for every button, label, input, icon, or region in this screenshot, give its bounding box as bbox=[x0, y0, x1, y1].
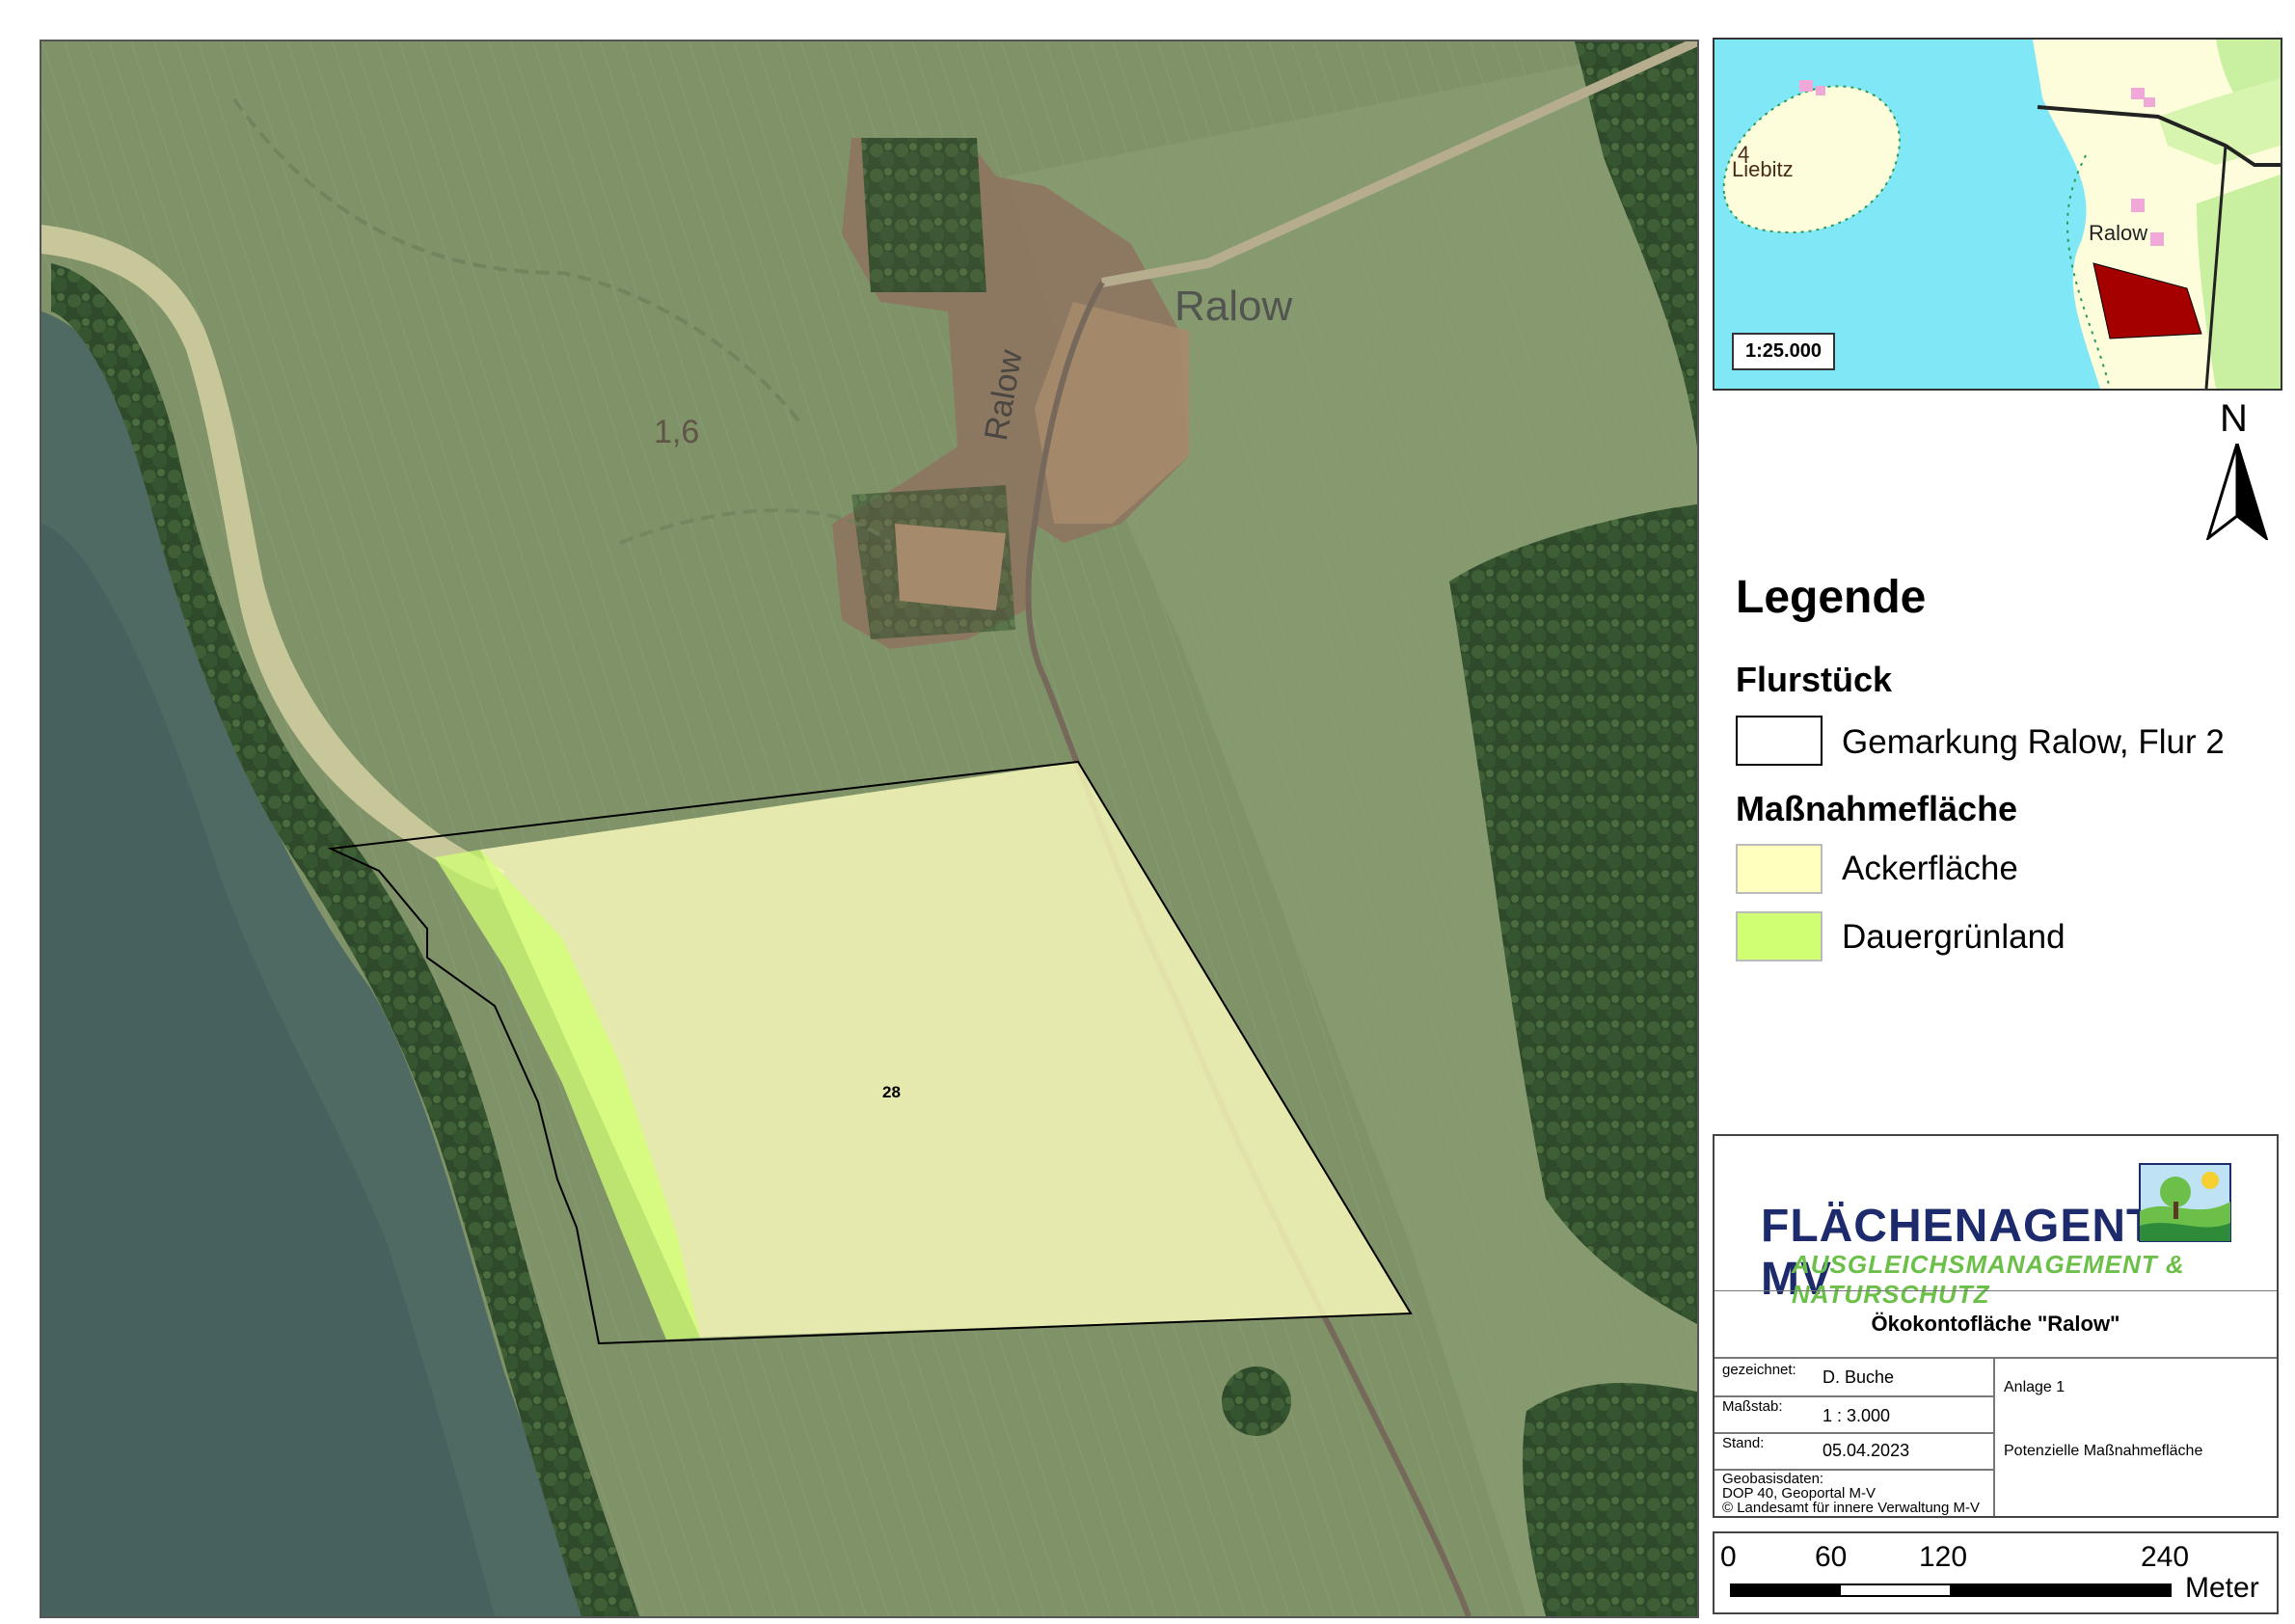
massstab-value: 1 : 3.000 bbox=[1822, 1406, 1891, 1425]
overview-map[interactable]: 4 Liebitz Ralow 1:25.000 bbox=[1713, 38, 2282, 391]
geobasis-label: Geobasisdaten: bbox=[1722, 1471, 1824, 1487]
north-arrow-icon bbox=[2205, 444, 2269, 540]
inset-label-ralow: Ralow bbox=[2089, 221, 2148, 245]
legend-swatch-flur bbox=[1736, 716, 1822, 766]
place-label-ralow: Ralow bbox=[1174, 283, 1293, 330]
scale-tick-0: 0 bbox=[1720, 1541, 1737, 1573]
geobasis-line-1: DOP 40, Geoportal M-V bbox=[1722, 1485, 1876, 1502]
anlage-label: Anlage 1 bbox=[2004, 1379, 2066, 1395]
logo-text-bold: FLÄCHEN bbox=[1761, 1201, 1989, 1252]
legend-item-gruenland: Dauergrünland bbox=[1842, 918, 2066, 956]
scale-tick-240: 240 bbox=[2141, 1541, 2190, 1573]
geobasis-line-2: © Landesamt für innere Verwaltung M-V bbox=[1722, 1500, 1981, 1516]
title-block: FLÄCHENAGENTUR MV AUSGLEICHSMANAGEMENT &… bbox=[1713, 1134, 2279, 1518]
scale-tick-120: 120 bbox=[1919, 1541, 1968, 1573]
scale-tick-60: 60 bbox=[1815, 1541, 1848, 1573]
gezeichnet-label: gezeichnet: bbox=[1722, 1362, 1796, 1378]
inset-label-liebitz: Liebitz bbox=[1732, 157, 1794, 181]
map-title: Ökokontofläche "Ralow" bbox=[1871, 1312, 2120, 1336]
north-letter: N bbox=[2220, 397, 2248, 440]
legend-title: Legende bbox=[1736, 572, 1927, 623]
main-map[interactable]: Ralow 1,6 Ralow 28 bbox=[40, 40, 1699, 1618]
legend-item-acker: Ackerfläche bbox=[1842, 850, 2018, 887]
stand-label: Stand: bbox=[1722, 1435, 1765, 1451]
legend-item-flur: Gemarkung Ralow, Flur 2 bbox=[1842, 723, 2225, 761]
geobasis-block: Geobasisdaten: DOP 40, Geoportal M-V © L… bbox=[1722, 1472, 1980, 1515]
scale-unit: Meter bbox=[2185, 1572, 2259, 1604]
parcel-number: 28 bbox=[882, 1083, 901, 1101]
north-arrow: N bbox=[2203, 397, 2271, 542]
description-label: Potenzielle Maßnahmefläche bbox=[2004, 1443, 2203, 1459]
aerial-photo bbox=[41, 41, 1697, 1616]
legend-group-flurstueck: Flurstück bbox=[1736, 660, 1893, 699]
logo-landscape-icon bbox=[2139, 1163, 2231, 1242]
legend-swatch-gruenland bbox=[1736, 911, 1822, 961]
elevation-label: 1,6 bbox=[654, 414, 700, 450]
gezeichnet-value: D. Buche bbox=[1822, 1367, 1895, 1387]
scale-bar-graphic bbox=[1730, 1583, 2172, 1597]
inset-scale-label: 1:25.000 bbox=[1732, 333, 1835, 370]
scale-bar: 0 60 120 240 Meter bbox=[1713, 1531, 2279, 1614]
massstab-label: Maßstab: bbox=[1722, 1398, 1783, 1415]
stand-value: 05.04.2023 bbox=[1822, 1441, 1910, 1460]
legend-swatch-acker bbox=[1736, 844, 1822, 894]
legend-group-massnahme: Maßnahmefläche bbox=[1736, 789, 2018, 828]
